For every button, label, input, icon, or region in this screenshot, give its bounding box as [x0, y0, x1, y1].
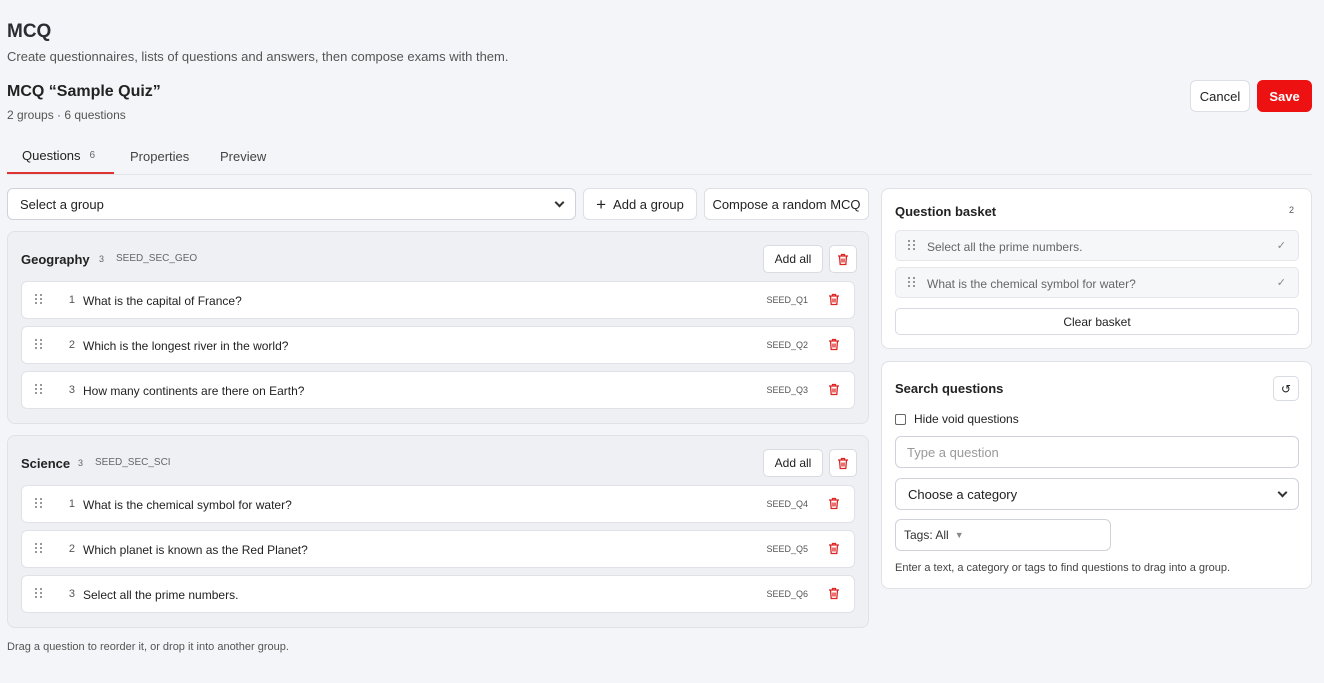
question-text: What is the capital of France?: [83, 294, 242, 308]
add-all-button[interactable]: Add all: [763, 449, 823, 477]
quiz-meta: 2 groups · 6 questions: [7, 108, 126, 122]
question-row[interactable]: 1 What is the chemical symbol for water?…: [21, 485, 855, 523]
drag-handle-icon[interactable]: [35, 294, 43, 304]
chevron-down-icon: [1277, 487, 1288, 497]
check-icon: ✓: [1276, 277, 1286, 289]
group-code: SEED_SEC_SCI: [95, 457, 171, 468]
tags-filter[interactable]: Tags: All ▼: [895, 519, 1111, 551]
trash-icon[interactable]: [828, 497, 840, 510]
page-title: MCQ: [7, 21, 52, 42]
hide-void-checkbox[interactable]: [895, 413, 906, 425]
basket-count: 2: [1288, 205, 1294, 215]
group-count: 3: [78, 458, 84, 468]
tab-questions[interactable]: Questions 6: [7, 138, 114, 174]
search-hint: Enter a text, a category or tags to find…: [895, 562, 1231, 574]
drag-handle-icon[interactable]: [35, 543, 43, 553]
trash-icon[interactable]: [828, 383, 840, 396]
question-row[interactable]: 2 Which is the longest river in the worl…: [21, 326, 855, 364]
question-number: 3: [68, 588, 75, 600]
drag-handle-icon[interactable]: [35, 498, 43, 508]
tab-count-badge: 6: [89, 149, 96, 161]
drag-handle-icon[interactable]: [35, 588, 43, 598]
drag-handle-icon[interactable]: [908, 240, 916, 250]
quiz-title: MCQ “Sample Quiz”: [7, 83, 161, 100]
trash-icon[interactable]: [828, 338, 840, 351]
trash-icon: [837, 253, 849, 266]
question-text: Which planet is known as the Red Planet?: [83, 543, 308, 557]
question-text: How many continents are there on Earth?: [83, 384, 305, 398]
hide-void-checkbox-row[interactable]: Hide void questions: [895, 412, 1019, 426]
drag-handle-icon[interactable]: [35, 339, 43, 349]
tab-label: Preview: [220, 148, 267, 164]
group-select-value: Select a group: [20, 196, 104, 212]
drag-handle-icon[interactable]: [908, 277, 916, 287]
compose-random-mcq-button[interactable]: Compose a random MCQ: [704, 188, 869, 220]
cancel-button[interactable]: Cancel: [1190, 80, 1250, 112]
tab-preview[interactable]: Preview: [220, 138, 266, 174]
tags-filter-label: Tags: All: [904, 528, 949, 542]
check-icon: ✓: [1276, 240, 1286, 252]
question-code: SEED_Q2: [766, 340, 808, 350]
add-group-label: Add a group: [613, 196, 684, 212]
delete-group-button[interactable]: [829, 245, 857, 273]
question-number: 3: [68, 384, 75, 396]
caret-down-icon: ▼: [954, 530, 964, 540]
question-text: Select all the prime numbers.: [83, 588, 239, 602]
category-select-value: Choose a category: [908, 486, 1018, 502]
question-text: What is the chemical symbol for water?: [83, 498, 292, 512]
tab-label: Properties: [130, 148, 190, 164]
tab-bar: Questions 6 Properties Preview: [7, 138, 1312, 175]
question-code: SEED_Q5: [766, 544, 808, 554]
basket-item[interactable]: Select all the prime numbers. ✓: [895, 230, 1299, 261]
group-name: Science: [21, 456, 71, 471]
delete-group-button[interactable]: [829, 449, 857, 477]
trash-icon[interactable]: [828, 587, 840, 600]
page-subtitle: Create questionnaires, lists of question…: [7, 49, 509, 64]
basket-item[interactable]: What is the chemical symbol for water? ✓: [895, 267, 1299, 298]
search-questions-card: Search questions ↺ Hide void questions T…: [881, 361, 1312, 589]
question-row[interactable]: 1 What is the capital of France? SEED_Q1: [21, 281, 855, 319]
question-group-science: Science 3 SEED_SEC_SCI Add all 1 What is…: [7, 435, 869, 628]
group-count: 3: [99, 254, 105, 264]
hide-void-label: Hide void questions: [914, 412, 1019, 426]
group-name: Geography: [21, 252, 90, 267]
trash-icon: [837, 457, 849, 470]
question-code: SEED_Q6: [766, 589, 808, 599]
question-basket-card: Question basket 2 Select all the prime n…: [881, 188, 1312, 349]
group-code: SEED_SEC_GEO: [116, 253, 198, 264]
chevron-down-icon: [554, 197, 565, 207]
question-row[interactable]: 3 How many continents are there on Earth…: [21, 371, 855, 409]
basket-title: Question basket: [895, 204, 997, 219]
drag-handle-icon[interactable]: [35, 384, 43, 394]
drag-hint: Drag a question to reorder it, or drop i…: [7, 641, 289, 653]
question-number: 2: [68, 339, 75, 351]
group-select[interactable]: Select a group: [7, 188, 576, 220]
clear-basket-button[interactable]: Clear basket: [895, 308, 1299, 335]
add-all-button[interactable]: Add all: [763, 245, 823, 273]
question-number: 1: [68, 294, 75, 306]
question-code: SEED_Q1: [766, 295, 808, 305]
question-row[interactable]: 2 Which planet is known as the Red Plane…: [21, 530, 855, 568]
reset-icon[interactable]: ↺: [1273, 376, 1299, 401]
plus-icon: +: [596, 194, 607, 214]
question-text: Which is the longest river in the world?: [83, 339, 289, 353]
trash-icon[interactable]: [828, 293, 840, 306]
add-group-button[interactable]: + Add a group: [583, 188, 697, 220]
question-code: SEED_Q3: [766, 385, 808, 395]
question-group-geography: Geography 3 SEED_SEC_GEO Add all 1 What …: [7, 231, 869, 424]
question-number: 1: [68, 498, 75, 510]
category-select[interactable]: Choose a category: [895, 478, 1299, 510]
question-search-input[interactable]: Type a question: [895, 436, 1299, 468]
tab-label: Questions: [22, 147, 81, 163]
tab-properties[interactable]: Properties: [130, 138, 189, 174]
trash-icon[interactable]: [828, 542, 840, 555]
basket-item-text: What is the chemical symbol for water?: [927, 277, 1136, 291]
save-button[interactable]: Save: [1257, 80, 1312, 112]
question-number: 2: [68, 543, 75, 555]
question-row[interactable]: 3 Select all the prime numbers. SEED_Q6: [21, 575, 855, 613]
search-title: Search questions: [895, 381, 1004, 396]
question-code: SEED_Q4: [766, 499, 808, 509]
basket-item-text: Select all the prime numbers.: [927, 240, 1083, 254]
